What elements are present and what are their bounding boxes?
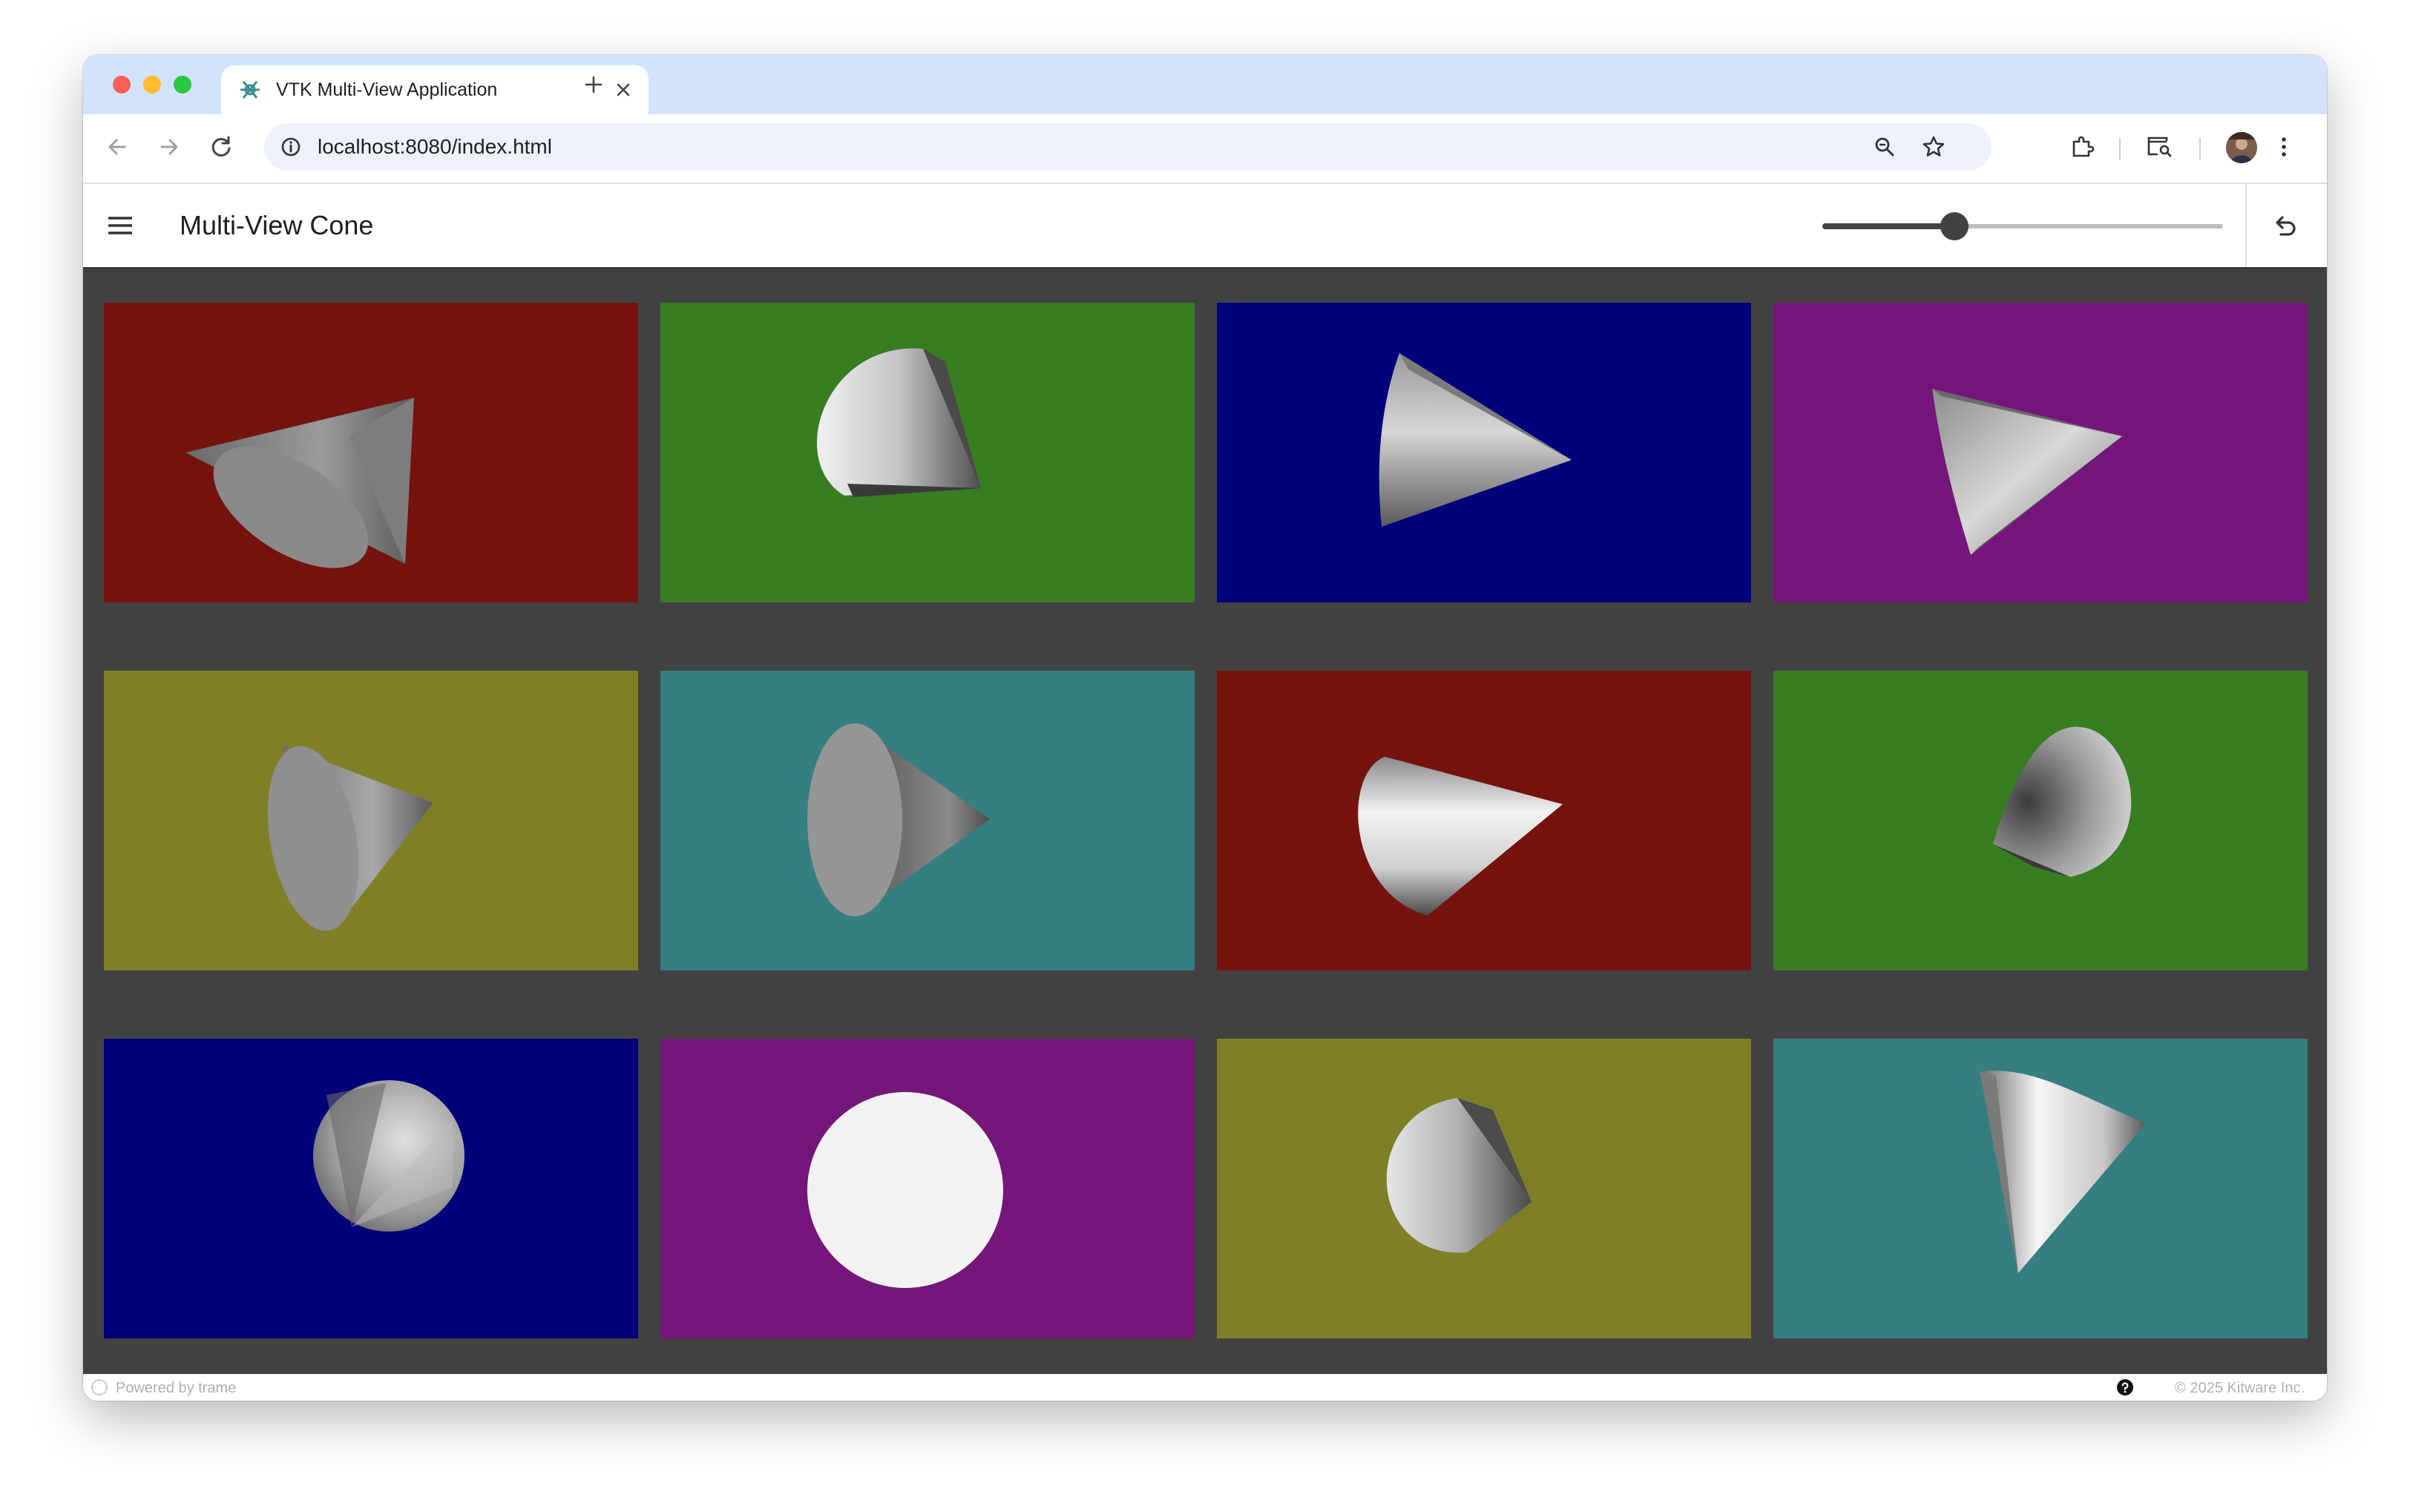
tab-title: VTK Multi-View Application (276, 79, 498, 100)
cone-render (185, 398, 414, 568)
render-grid (83, 267, 2327, 1374)
close-window-button[interactable] (113, 76, 131, 93)
bookmark-star-icon[interactable] (1920, 134, 1947, 160)
tab-search-icon[interactable] (2144, 132, 2174, 162)
render-view-5[interactable] (104, 671, 638, 970)
render-view-7[interactable] (1217, 671, 1751, 970)
render-view-1[interactable] (104, 303, 638, 602)
render-view-11[interactable] (1217, 1039, 1751, 1338)
tab-strip: VTK Multi-View Application (83, 55, 2327, 114)
slider-fill (1822, 223, 1954, 229)
close-tab-icon[interactable] (613, 79, 634, 100)
cone-render (1379, 353, 1572, 527)
app-footer: Powered by trame © 2025 Kitware Inc. (83, 1374, 2327, 1401)
render-view-3[interactable] (1217, 303, 1751, 602)
forward-arrow-icon[interactable] (154, 132, 184, 162)
undo-reset-icon[interactable] (2271, 211, 2300, 240)
resolution-slider[interactable] (1822, 211, 2226, 240)
cone-render (816, 348, 981, 497)
trame-logo-icon[interactable] (91, 1378, 108, 1396)
cone-render (313, 1080, 464, 1232)
question-circle-icon[interactable] (2116, 1378, 2134, 1396)
render-view-6[interactable] (660, 671, 1195, 970)
maximize-window-button[interactable] (174, 76, 191, 93)
reload-icon[interactable] (206, 132, 236, 162)
hamburger-menu-icon[interactable] (105, 212, 135, 239)
profile-avatar[interactable] (2226, 132, 2257, 163)
extensions-puzzle-icon[interactable] (2067, 132, 2097, 162)
app-bar: Multi-View Cone (83, 184, 2327, 267)
trame-favicon-icon (240, 81, 260, 99)
cone-render (267, 745, 433, 931)
cone-render (807, 723, 990, 916)
copyright-text: © 2025 Kitware Inc. (2175, 1380, 2305, 1396)
powered-by-link[interactable]: Powered by trame (116, 1379, 236, 1397)
render-view-4[interactable] (1773, 303, 2308, 602)
app-title: Multi-View Cone (180, 210, 374, 240)
minimize-window-button[interactable] (143, 76, 161, 93)
back-arrow-icon[interactable] (102, 132, 132, 162)
render-view-10[interactable] (660, 1039, 1195, 1338)
render-view-2[interactable] (660, 303, 1195, 602)
toolbar-divider (2199, 138, 2201, 160)
render-view-9[interactable] (104, 1039, 638, 1338)
cone-render (1358, 757, 1563, 916)
browser-menu-icon[interactable] (2269, 132, 2299, 162)
profile-avatar-icon (2226, 132, 2257, 163)
cone-render (807, 1092, 1003, 1288)
zoom-icon[interactable] (1871, 134, 1898, 160)
appbar-divider (2245, 184, 2247, 267)
cone-render (1980, 1070, 2146, 1273)
site-info-icon[interactable] (279, 135, 303, 159)
url-text[interactable]: localhost:8080/index.html (318, 134, 552, 160)
new-tab-icon[interactable] (580, 71, 607, 98)
toolbar-divider (2119, 138, 2121, 160)
cone-render (1993, 726, 2132, 877)
render-view-8[interactable] (1773, 671, 2308, 970)
render-view-12[interactable] (1773, 1039, 2308, 1338)
browser-window: VTK Multi-View Application localhost:808… (83, 55, 2327, 1401)
cone-render (1386, 1098, 1531, 1253)
browser-toolbar: localhost:8080/index.html (83, 114, 2327, 184)
cone-render (1932, 389, 2122, 555)
address-bar[interactable]: localhost:8080/index.html (264, 123, 1992, 171)
slider-thumb[interactable] (1940, 212, 1969, 240)
